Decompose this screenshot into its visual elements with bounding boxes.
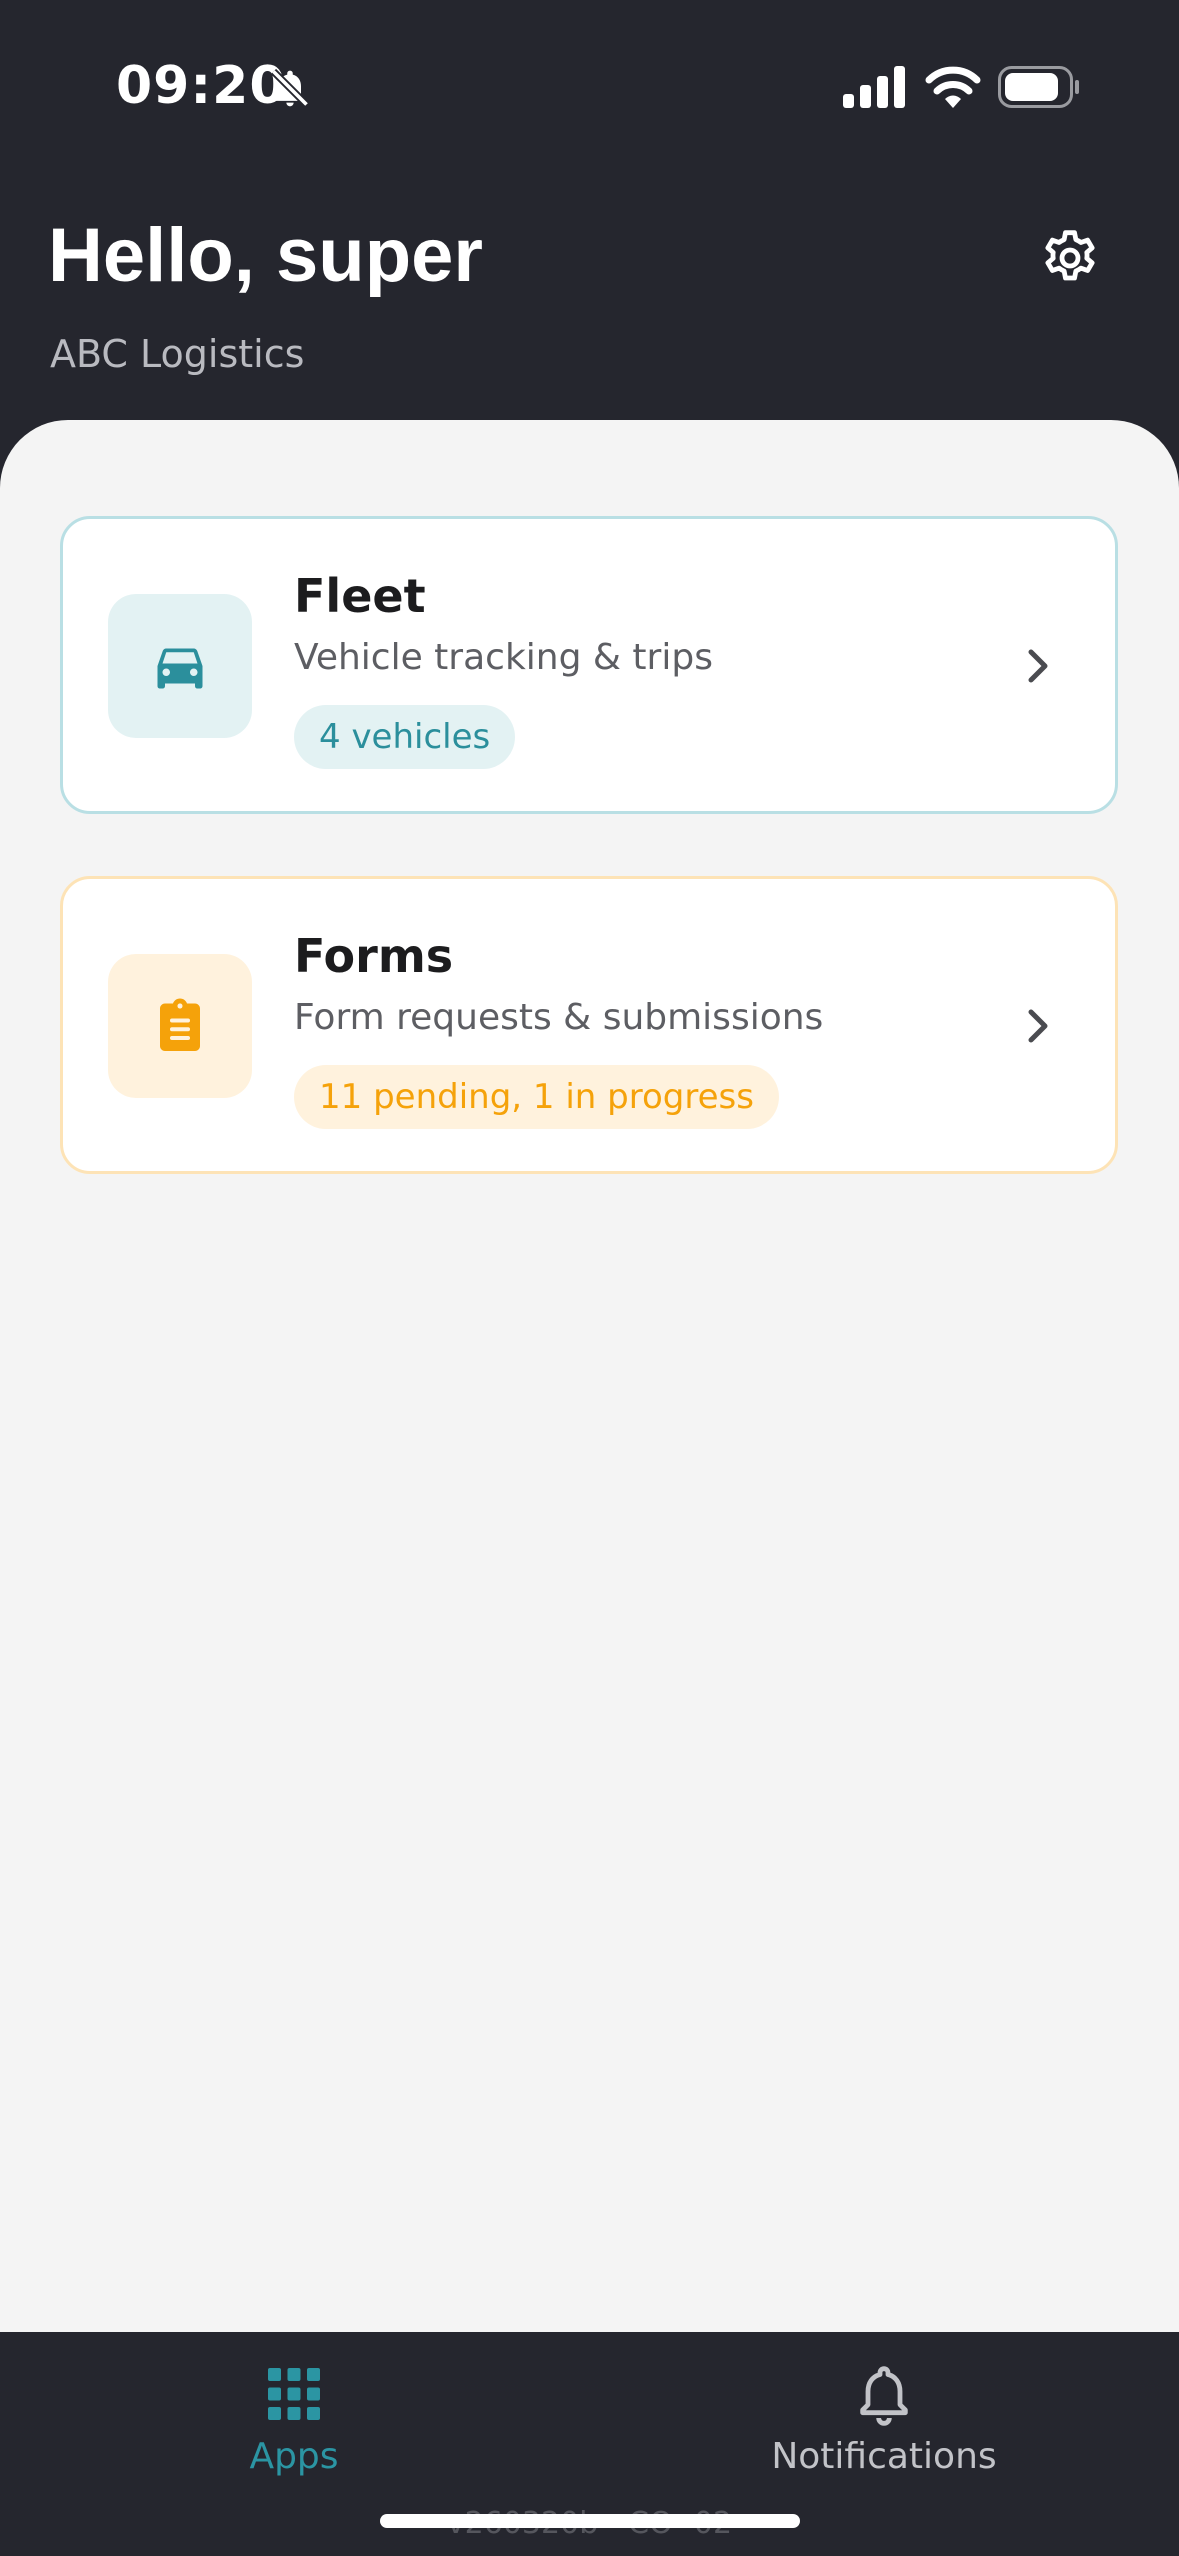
- forms-title: Forms: [294, 929, 454, 983]
- status-time: 09:20: [116, 56, 287, 116]
- forms-subtitle: Form requests & submissions: [294, 997, 824, 1038]
- nav-tab-apps[interactable]: Apps: [114, 2362, 474, 2492]
- chevron-right-icon: [1028, 1009, 1048, 1043]
- chevron-right-icon: [1028, 649, 1048, 683]
- fleet-app-card[interactable]: Fleet Vehicle tracking & trips 4 vehicle…: [60, 516, 1118, 814]
- wifi-icon: [925, 66, 981, 108]
- nav-label-notifications: Notifications: [771, 2436, 997, 2477]
- settings-button[interactable]: [1032, 220, 1108, 296]
- nav-tab-notifications[interactable]: Notifications: [704, 2362, 1064, 2492]
- bell-icon: [860, 2366, 908, 2426]
- fleet-count-badge: 4 vehicles: [294, 705, 516, 769]
- fleet-title: Fleet: [294, 569, 426, 623]
- organization-name: ABC Logistics: [50, 332, 305, 376]
- greeting-title: Hello, super: [48, 213, 483, 298]
- grid-icon: [268, 2368, 320, 2420]
- status-bar: 09:20: [0, 0, 1179, 170]
- forms-icon-container: [108, 954, 252, 1098]
- cellular-signal-icon: [843, 66, 905, 108]
- nav-label-apps: Apps: [249, 2436, 339, 2477]
- bell-slash-icon: [270, 68, 310, 108]
- home-indicator[interactable]: [380, 2514, 800, 2528]
- fleet-subtitle: Vehicle tracking & trips: [294, 637, 713, 678]
- clipboard-icon: [160, 998, 200, 1051]
- gear-icon: [1045, 230, 1095, 281]
- forms-app-card[interactable]: Forms Form requests & submissions 11 pen…: [60, 876, 1118, 1174]
- forms-status-badge: 11 pending, 1 in progress: [294, 1065, 779, 1129]
- apps-sheet: Fleet Vehicle tracking & trips 4 vehicle…: [0, 420, 1179, 2332]
- battery-icon: [998, 66, 1079, 108]
- fleet-icon-container: [108, 594, 252, 738]
- car-icon: [157, 648, 203, 689]
